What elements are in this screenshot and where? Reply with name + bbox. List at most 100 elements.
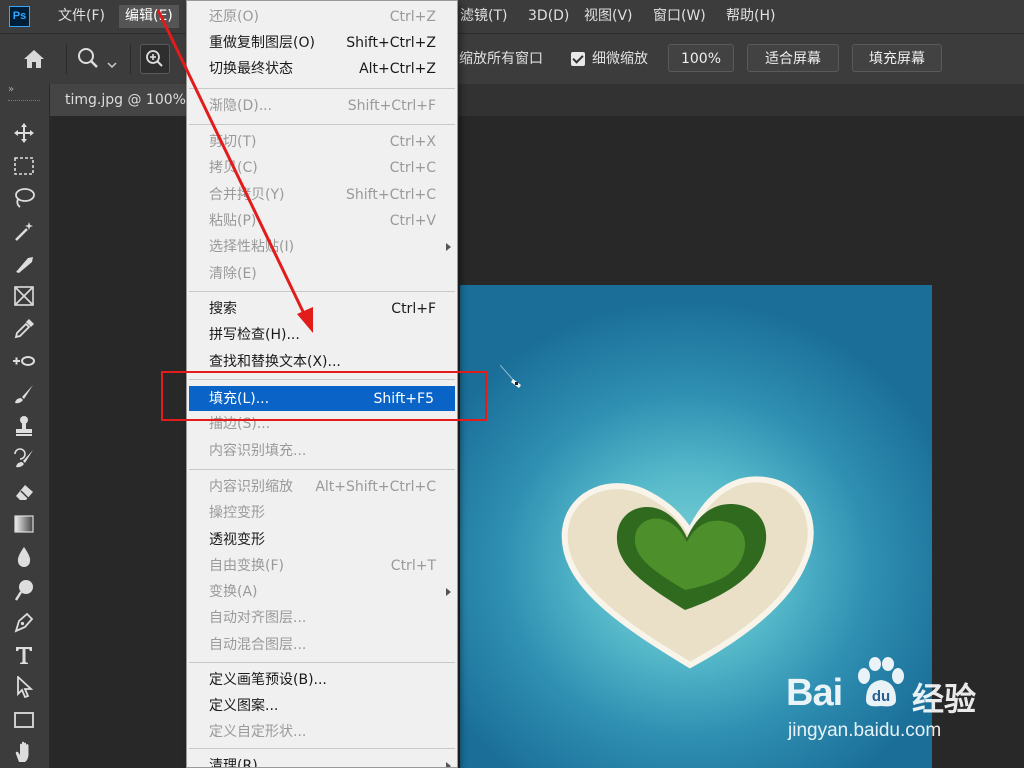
menu-item-label: 操控变形	[209, 505, 265, 521]
fill-screen-button[interactable]: 填充屏幕	[852, 44, 942, 72]
edit-menu-item[interactable]: 自由变换(F) Ctrl+T	[187, 553, 457, 579]
menu-bar: Ps 文件(F) 编辑(E) 滤镜(T) 3D(D) 视图(V) 窗口(W) 帮…	[0, 0, 1024, 33]
menu-item-shortcut: Ctrl+T	[390, 558, 436, 574]
menu-window[interactable]: 窗口(W)	[647, 0, 712, 33]
edit-menu-item[interactable]: 还原(O) Ctrl+Z	[187, 4, 457, 30]
move-tool-icon[interactable]	[12, 121, 36, 145]
menu-item-label: 粘贴(P)	[209, 213, 257, 229]
menu-item-label: 定义自定形状...	[209, 724, 307, 740]
marquee-tool-icon[interactable]	[12, 154, 36, 178]
options-bar: 缩放所有窗口 细微缩放 100% 适合屏幕 填充屏幕	[0, 33, 1024, 84]
panel-collapse-icon[interactable]: »	[8, 84, 14, 95]
boat-icon	[500, 365, 521, 388]
menu-item-label: 内容识别填充...	[209, 443, 307, 459]
edit-menu-item[interactable]: 拼写检查(H)...	[187, 322, 457, 348]
menu-item-label: 变换(A)	[209, 584, 258, 600]
edit-menu-item[interactable]: 定义图案...	[187, 693, 457, 719]
menu-item-label: 自动对齐图层...	[209, 610, 307, 626]
edit-menu-item[interactable]: 自动对齐图层...	[187, 605, 457, 631]
gradient-tool-icon[interactable]	[12, 512, 36, 536]
path-selection-tool-icon[interactable]	[12, 675, 36, 699]
menu-item-shortcut: Alt+Shift+Ctrl+C	[315, 479, 436, 495]
edit-menu-item[interactable]: 粘贴(P) Ctrl+V	[187, 208, 457, 234]
menu-item-shortcut: Shift+Ctrl+F	[347, 98, 436, 114]
document-tab[interactable]: timg.jpg @ 100%(	[50, 84, 200, 116]
zoom-all-windows-label[interactable]: 缩放所有窗口	[459, 34, 543, 84]
menu-item-label: 定义图案...	[209, 698, 279, 714]
edit-menu-item[interactable]: 清除(E)	[187, 261, 457, 287]
menu-separator	[189, 662, 455, 663]
menu-item-shortcut: Ctrl+C	[389, 160, 436, 176]
history-brush-tool-icon[interactable]	[12, 447, 36, 471]
menu-item-shortcut: Alt+Ctrl+Z	[359, 61, 436, 77]
menu-item-shortcut: Ctrl+Z	[389, 9, 436, 25]
edit-menu-item[interactable]: 透视变形	[187, 527, 457, 553]
zoom-in-icon	[146, 50, 163, 67]
scrubby-zoom-label[interactable]: 细微缩放	[592, 34, 648, 84]
pen-tool-icon[interactable]	[12, 610, 36, 634]
menu-item-label: 渐隐(D)...	[209, 98, 273, 114]
edit-menu-item[interactable]: 切换最终状态 Alt+Ctrl+Z	[187, 56, 457, 82]
edit-menu-item[interactable]: 搜索 Ctrl+F	[187, 296, 457, 322]
menu-file[interactable]: 文件(F)	[52, 0, 111, 33]
menu-view[interactable]: 视图(V)	[578, 0, 639, 33]
menu-item-label: 定义画笔预设(B)...	[209, 672, 327, 688]
blur-tool-icon[interactable]	[12, 545, 36, 569]
menu-item-shortcut: Shift+Ctrl+C	[346, 187, 436, 203]
zoom-percent-field[interactable]: 100%	[668, 44, 734, 72]
edit-menu-item[interactable]: 定义自定形状...	[187, 719, 457, 745]
edit-menu-item[interactable]: 拷贝(C) Ctrl+C	[187, 155, 457, 181]
eyedropper-tool-icon[interactable]	[12, 317, 36, 341]
edit-menu-item[interactable]: 自动混合图层...	[187, 632, 457, 658]
menu-item-shortcut: Shift+Ctrl+Z	[346, 35, 436, 51]
slice-tool-icon[interactable]	[12, 252, 36, 276]
annotation-highlight-box	[161, 371, 487, 421]
edit-menu-item[interactable]: 内容识别填充...	[187, 438, 457, 464]
dodge-tool-icon[interactable]	[12, 578, 36, 602]
edit-menu-item[interactable]: 操控变形	[187, 500, 457, 526]
frame-tool-icon[interactable]	[12, 284, 36, 308]
menu-filter[interactable]: 滤镜(T)	[454, 0, 513, 33]
hand-tool-icon[interactable]	[12, 740, 36, 764]
photoshop-logo: Ps	[9, 6, 30, 27]
menu-separator	[189, 291, 455, 292]
fit-screen-button[interactable]: 适合屏幕	[747, 44, 839, 72]
eraser-tool-icon[interactable]	[12, 480, 36, 504]
svg-text:du: du	[872, 688, 890, 705]
menu-item-label: 合并拷贝(Y)	[209, 187, 285, 203]
menu-item-shortcut: Ctrl+V	[389, 213, 436, 229]
lasso-tool-icon[interactable]	[12, 186, 36, 210]
brush-tool-icon[interactable]	[12, 382, 36, 406]
edit-menu-item[interactable]: 渐隐(D)... Shift+Ctrl+F	[187, 93, 457, 119]
watermark-url: jingyan.baidu.com	[788, 720, 942, 741]
rectangle-tool-icon[interactable]	[12, 708, 36, 732]
edit-menu-item[interactable]: 内容识别缩放 Alt+Shift+Ctrl+C	[187, 474, 457, 500]
type-tool-icon[interactable]	[12, 643, 36, 667]
menu-separator	[189, 748, 455, 749]
zoom-tool-icon[interactable]	[76, 46, 100, 70]
menu-separator	[189, 124, 455, 125]
menu-help[interactable]: 帮助(H)	[720, 0, 781, 33]
edit-menu-item[interactable]: 定义画笔预设(B)...	[187, 667, 457, 693]
edit-menu-item[interactable]: 合并拷贝(Y) Shift+Ctrl+C	[187, 182, 457, 208]
home-icon[interactable]	[22, 48, 46, 70]
magic-wand-tool-icon[interactable]	[12, 219, 36, 243]
heart-island-icon	[561, 476, 814, 669]
clone-stamp-tool-icon[interactable]	[12, 414, 36, 438]
edit-menu-item[interactable]: 剪切(T) Ctrl+X	[187, 129, 457, 155]
spot-healing-tool-icon[interactable]	[12, 349, 36, 373]
edit-menu-item[interactable]: 重做复制图层(O) Shift+Ctrl+Z	[187, 30, 457, 56]
menu-item-label: 拼写检查(H)...	[209, 327, 300, 343]
scrubby-zoom-checkbox[interactable]	[571, 52, 585, 66]
zoom-in-button[interactable]	[140, 44, 170, 74]
edit-menu-item[interactable]: 变换(A)	[187, 579, 457, 605]
edit-menu-item[interactable]: 选择性粘贴(I)	[187, 234, 457, 260]
tool-preset-chevron-icon[interactable]	[107, 54, 117, 73]
menu-edit[interactable]: 编辑(E)	[119, 5, 179, 28]
menu-item-label: 自动混合图层...	[209, 637, 307, 653]
menu-item-label: 选择性粘贴(I)	[209, 239, 295, 255]
menu-3d[interactable]: 3D(D)	[522, 0, 575, 33]
menu-item-label: 还原(O)	[209, 9, 259, 25]
edit-menu-item[interactable]: 清理(R)	[187, 753, 457, 767]
menu-item-label: 切换最终状态	[209, 61, 293, 77]
